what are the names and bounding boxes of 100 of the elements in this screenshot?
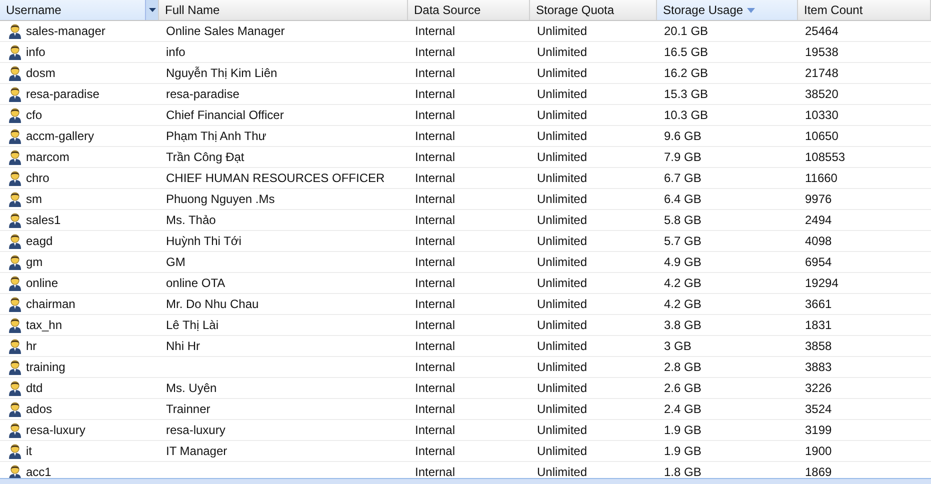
table-cell-text: Online Sales Manager bbox=[166, 23, 285, 40]
table-cell-text: Unlimited bbox=[537, 44, 588, 61]
table-row[interactable]: dosm Nguyễn Thị Kim Liên Internal Unlimited 16.2 GB 21748 bbox=[0, 63, 931, 84]
table-cell-text: 4098 bbox=[805, 233, 832, 250]
table-cell-text: Internal bbox=[415, 107, 456, 124]
table-cell-text: Internal bbox=[415, 65, 456, 82]
table-row[interactable]: cfo Chief Financial Officer Internal Unlimited 10.3 GB 10330 bbox=[0, 105, 931, 126]
table-row[interactable]: eagd Huỳnh Thi Tới Internal Unlimited 5.7 GB 4098 bbox=[0, 231, 931, 252]
table-cell-text: Internal bbox=[415, 212, 456, 229]
table-cell-text: it bbox=[26, 443, 32, 460]
column-header[interactable]: Full Name bbox=[159, 0, 408, 20]
table-cell-text: Unlimited bbox=[537, 296, 588, 313]
sort-descending-icon bbox=[747, 8, 756, 12]
user-icon bbox=[8, 254, 22, 270]
table-cell-text: Mr. Do Nhu Chau bbox=[166, 296, 259, 313]
table-cell-text: 2.8 GB bbox=[664, 359, 702, 376]
table-row[interactable]: gm GM Internal Unlimited 4.9 GB 6954 bbox=[0, 252, 931, 273]
table-cell-text: 3661 bbox=[805, 296, 832, 313]
table-cell-text: Ms. Thảo bbox=[166, 212, 216, 229]
table-cell-text: Ms. Uyên bbox=[166, 380, 217, 397]
table-cell-text: 7.9 GB bbox=[664, 149, 702, 166]
table-row[interactable]: ados Trainner Internal Unlimited 2.4 GB 3524 bbox=[0, 399, 931, 420]
table-cell-text: training bbox=[26, 359, 66, 376]
table-cell-text: Unlimited bbox=[537, 170, 588, 187]
table-cell-text: Trainner bbox=[166, 401, 210, 418]
table-cell-text: resa-paradise bbox=[26, 86, 100, 103]
table-cell-text: 25464 bbox=[805, 23, 838, 40]
table-cell-text: 6.4 GB bbox=[664, 191, 702, 208]
table-row[interactable]: marcom Trần Công Đạt Internal Unlimited 7.9 GB 108553 bbox=[0, 147, 931, 168]
table-row[interactable]: it IT Manager Internal Unlimited 1.9 GB 1900 bbox=[0, 441, 931, 462]
table-cell-text: Internal bbox=[415, 233, 456, 250]
table-cell-text: Internal bbox=[415, 317, 456, 334]
user-icon bbox=[8, 401, 22, 417]
user-icon bbox=[8, 107, 22, 123]
table-cell-text: GM bbox=[166, 254, 186, 271]
table-cell-text: dosm bbox=[26, 65, 56, 82]
table-row[interactable]: hr Nhi Hr Internal Unlimited 3 GB 3858 bbox=[0, 336, 931, 357]
table-cell-text: 1.8 GB bbox=[664, 464, 702, 478]
table-cell-text: accm-gallery bbox=[26, 128, 94, 145]
table-cell-text: 108553 bbox=[805, 149, 846, 166]
table-cell-text: online OTA bbox=[166, 275, 226, 292]
column-header[interactable]: Username bbox=[0, 0, 159, 20]
table-row[interactable]: tax_hn Lê Thị Lài Internal Unlimited 3.8 GB 1831 bbox=[0, 315, 931, 336]
table-cell-text: Nguyễn Thị Kim Liên bbox=[166, 65, 278, 82]
user-icon bbox=[8, 443, 22, 459]
table-row[interactable]: accm-gallery Phạm Thị Anh Thư Internal Unlimited 9.6 GB 10650 bbox=[0, 126, 931, 147]
table-cell-text: Internal bbox=[415, 443, 456, 460]
table-cell-text: Unlimited bbox=[537, 317, 588, 334]
table-row[interactable]: dtd Ms. Uyên Internal Unlimited 2.6 GB 3226 bbox=[0, 378, 931, 399]
table-row[interactable]: info info Internal Unlimited 16.5 GB 19538 bbox=[0, 42, 931, 63]
table-cell-text: Lê Thị Lài bbox=[166, 317, 218, 334]
table-cell-text: Trần Công Đạt bbox=[166, 149, 244, 166]
table-cell-text: eagd bbox=[26, 233, 53, 250]
table-cell-text: Unlimited bbox=[537, 338, 588, 355]
table-cell-text: Internal bbox=[415, 422, 456, 439]
table-cell-text: Unlimited bbox=[537, 212, 588, 229]
table-row[interactable]: chro CHIEF HUMAN RESOURCES OFFICER Internal Unlimited 6.7 GB 11660 bbox=[0, 168, 931, 189]
table-cell-text: ados bbox=[26, 401, 52, 418]
table-cell-text: Unlimited bbox=[537, 149, 588, 166]
table-cell-text: resa-paradise bbox=[166, 86, 240, 103]
table-cell-text: 21748 bbox=[805, 65, 838, 82]
table-cell-text: 1.9 GB bbox=[664, 443, 702, 460]
column-header[interactable]: Item Count bbox=[798, 0, 931, 20]
user-icon bbox=[8, 296, 22, 312]
column-header[interactable]: Data Source bbox=[408, 0, 530, 20]
table-cell-text: IT Manager bbox=[166, 443, 228, 460]
caret-icon bbox=[148, 8, 156, 12]
table-cell-text: Unlimited bbox=[537, 86, 588, 103]
table-cell-text: 3 GB bbox=[664, 338, 692, 355]
table-cell-text: tax_hn bbox=[26, 317, 62, 334]
table-cell-text: Internal bbox=[415, 380, 456, 397]
table-row[interactable]: sales1 Ms. Thảo Internal Unlimited 5.8 GB 2494 bbox=[0, 210, 931, 231]
table-cell-text: 2.6 GB bbox=[664, 380, 702, 397]
user-icon bbox=[8, 191, 22, 207]
table-cell-text: hr bbox=[26, 338, 37, 355]
column-menu-trigger[interactable] bbox=[145, 0, 158, 20]
table-cell-text: Unlimited bbox=[537, 191, 588, 208]
table-cell-text: Unlimited bbox=[537, 443, 588, 460]
table-row[interactable]: resa-luxury resa-luxury Internal Unlimited 1.9 GB 3199 bbox=[0, 420, 931, 441]
table-cell-text: acc1 bbox=[26, 464, 52, 478]
table-row[interactable]: chairman Mr. Do Nhu Chau Internal Unlimited 4.2 GB 3661 bbox=[0, 294, 931, 315]
table-cell-text: online bbox=[26, 275, 58, 292]
table-cell-text: chro bbox=[26, 170, 50, 187]
table-row[interactable]: resa-paradise resa-paradise Internal Unlimited 15.3 GB 38520 bbox=[0, 84, 931, 105]
table-row[interactable]: training Internal Unlimited 2.8 GB 3883 bbox=[0, 357, 931, 378]
column-header[interactable]: Storage Usage bbox=[657, 0, 798, 20]
table-row[interactable]: online online OTA Internal Unlimited 4.2 GB 19294 bbox=[0, 273, 931, 294]
table-cell-text: resa-luxury bbox=[26, 422, 86, 439]
table-cell-text: info bbox=[26, 44, 46, 61]
table-cell-text: Unlimited bbox=[537, 275, 588, 292]
table-cell-text: 1.9 GB bbox=[664, 422, 702, 439]
table-row[interactable]: sm Phuong Nguyen .Ms Internal Unlimited 6.4 GB 9976 bbox=[0, 189, 931, 210]
table-cell-text: 2.4 GB bbox=[664, 401, 702, 418]
table-cell-text: 3524 bbox=[805, 401, 832, 418]
table-cell-text: resa-luxury bbox=[166, 422, 226, 439]
user-icon bbox=[8, 380, 22, 396]
table-cell-text: sales1 bbox=[26, 212, 61, 229]
table-cell-text: 3226 bbox=[805, 380, 832, 397]
table-cell-text: 3.8 GB bbox=[664, 317, 702, 334]
table-row[interactable]: sales-manager Online Sales Manager Internal Unlimited 20.1 GB 25464 bbox=[0, 21, 931, 42]
